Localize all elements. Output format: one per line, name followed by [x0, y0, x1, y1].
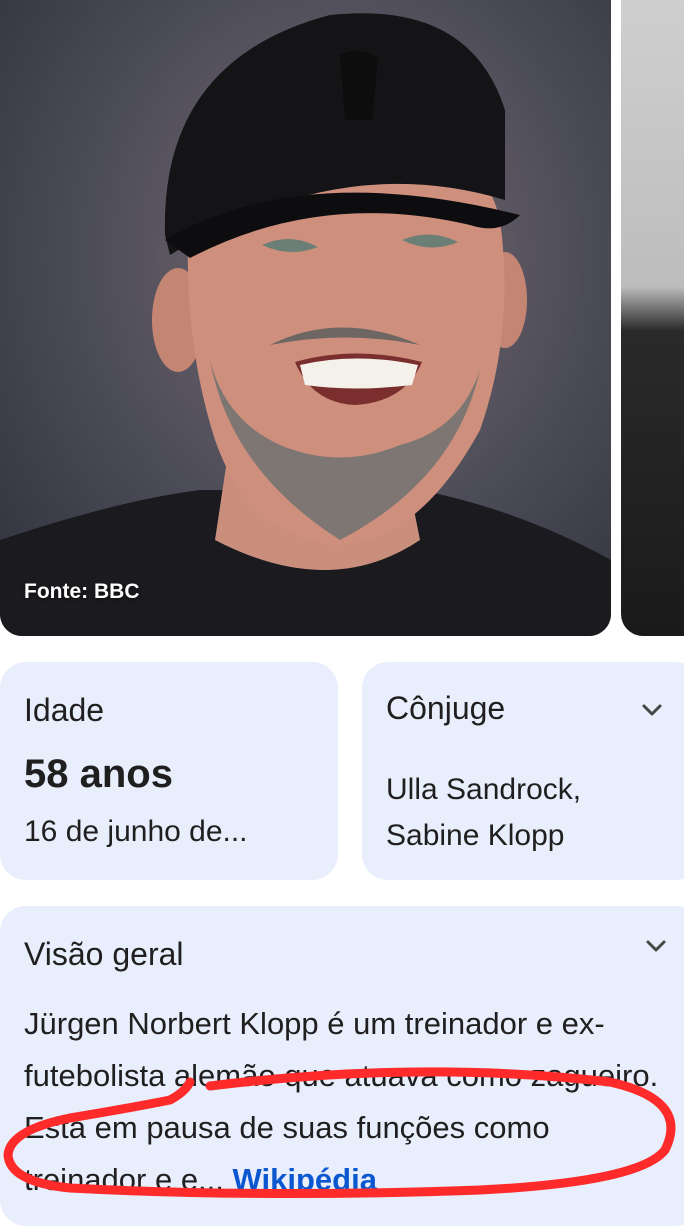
- spouse-name-2: Sabine Klopp: [386, 819, 565, 852]
- spouse-card-title: Cônjuge: [386, 690, 506, 726]
- overview-description: Jürgen Norbert Klopp é um treinador e ex…: [24, 998, 674, 1206]
- chevron-down-icon[interactable]: [642, 932, 670, 960]
- age-value: 58 anos: [24, 752, 173, 796]
- spouse-name-1: Ulla Sandrock,: [386, 773, 582, 806]
- main-photo[interactable]: Fonte: BBC: [0, 0, 611, 636]
- wikipedia-link[interactable]: Wikipédia: [233, 1162, 377, 1197]
- birth-date: 16 de junho de...: [24, 815, 248, 848]
- chevron-down-icon[interactable]: [638, 696, 666, 724]
- secondary-photo[interactable]: [621, 0, 684, 636]
- age-card[interactable]: Idade 58 anos 16 de junho de...: [0, 662, 338, 880]
- spouse-card[interactable]: Cônjuge Ulla Sandrock, Sabine Klopp: [362, 662, 684, 880]
- age-card-title: Idade: [24, 692, 105, 728]
- overview-card-title: Visão geral: [24, 936, 184, 972]
- person-illustration: [0, 13, 611, 636]
- image-source-label: Fonte: BBC: [24, 580, 140, 603]
